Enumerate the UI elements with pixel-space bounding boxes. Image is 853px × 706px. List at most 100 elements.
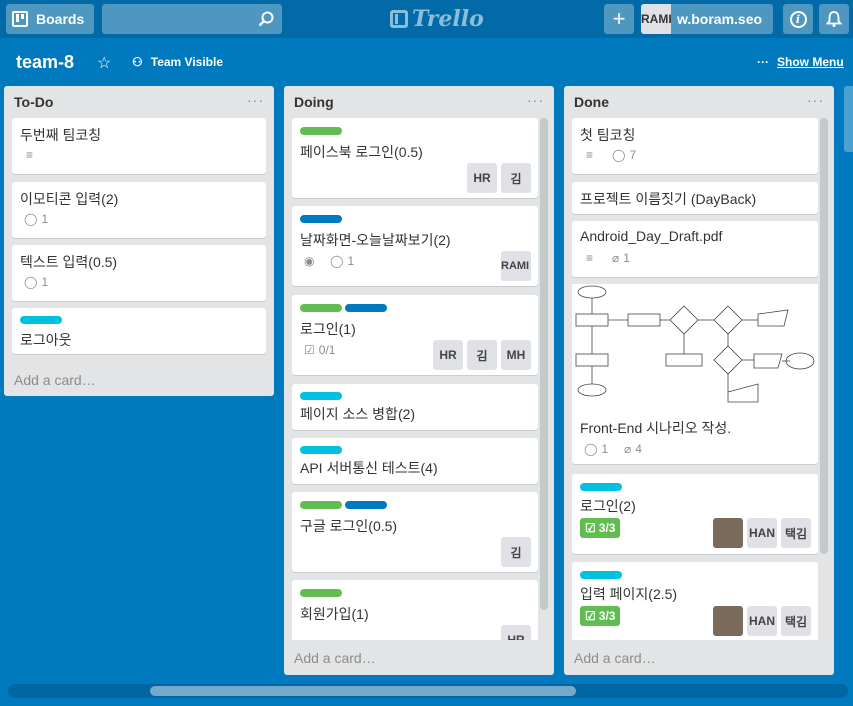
flowchart-thumbnail <box>572 284 818 412</box>
label-blue <box>345 304 387 312</box>
visibility-label: Team Visible <box>150 55 224 69</box>
info-button[interactable]: i <box>783 4 813 34</box>
add-card-button[interactable]: Add a card… <box>574 650 656 666</box>
card-title: 첫 팀코칭 <box>580 127 636 143</box>
label-blue <box>345 501 387 509</box>
card[interactable]: 프로젝트 이름짓기 (DayBack) <box>572 182 818 214</box>
search-input[interactable] <box>102 4 282 34</box>
member-avatar[interactable]: HR <box>433 340 463 370</box>
card[interactable]: 텍스트 입력(0.5) ◯ 1 <box>12 245 266 301</box>
boards-label: Boards <box>36 11 85 27</box>
comment-badge: ◯ 7 <box>612 148 637 162</box>
card-title: Front-End 시나리오 작성. <box>580 420 732 436</box>
card-title: 날짜화면-오늘날짜보기(2) <box>300 232 451 248</box>
add-button[interactable]: + <box>604 4 634 34</box>
checklist-icon: ☑ <box>585 609 596 623</box>
card[interactable]: 날짜화면-오늘날짜보기(2) ◉ ◯ 1 RAMI <box>292 206 538 286</box>
notifications-button[interactable] <box>819 4 849 34</box>
watch-icon: ◉ <box>304 254 315 268</box>
info-icon: i <box>789 10 807 28</box>
card[interactable]: 입력 페이지(2.5) ☑ 3/3 HAN 택김 <box>572 562 818 640</box>
list-menu-icon[interactable]: ··· <box>247 92 264 108</box>
card[interactable]: 첫 팀코칭 ≡ ◯ 7 <box>572 118 818 174</box>
trello-logo[interactable]: Trello <box>390 6 484 32</box>
trello-logo-icon <box>390 10 408 28</box>
card[interactable]: 로그인(2) ☑ 3/3 HAN 택김 <box>572 474 818 554</box>
logo-text: Trello <box>412 6 484 32</box>
board-title[interactable]: team-8 <box>16 52 74 73</box>
paperclip-icon: ⌀ <box>612 251 620 265</box>
list-menu-icon[interactable]: ··· <box>527 92 544 108</box>
comment-badge: ◯ 1 <box>24 275 49 289</box>
card-container: 페이스북 로그인(0.5) HR 김 날짜화면-오늘날짜보기(2) ◉ ◯ 1 R… <box>292 118 538 640</box>
comment-badge: ◯ 1 <box>584 442 609 456</box>
card[interactable]: 페이스북 로그인(0.5) HR 김 <box>292 118 538 198</box>
card-title: 로그인(2) <box>580 498 636 514</box>
card-title: 로그인(1) <box>300 321 356 337</box>
member-avatar[interactable]: 김 <box>501 163 531 193</box>
member-avatar[interactable]: MH <box>501 340 531 370</box>
show-menu-button[interactable]: ··· Show Menu <box>757 55 844 69</box>
card-title: 페이지 소스 병합(2) <box>300 406 416 422</box>
add-card-button[interactable]: Add a card… <box>14 372 96 388</box>
bell-icon <box>826 11 842 27</box>
card[interactable]: Front-End 시나리오 작성. ◯ 1 ⌀ 4 <box>572 284 818 464</box>
member-avatar[interactable]: 택김 <box>781 518 811 548</box>
card[interactable]: 구글 로그인(0.5) 김 <box>292 492 538 572</box>
description-icon: ≡ <box>586 148 594 162</box>
boards-button[interactable]: Boards <box>6 4 94 34</box>
scrollbar-thumb[interactable] <box>150 686 576 696</box>
member-avatar[interactable]: HR <box>467 163 497 193</box>
checklist-badge: ☑ 0/1 <box>304 343 336 357</box>
card-container: 첫 팀코칭 ≡ ◯ 7 프로젝트 이름짓기 (DayBack) Android_D… <box>572 118 818 640</box>
list-scrollbar[interactable] <box>820 118 828 554</box>
comment-icon: ◯ <box>584 442 598 456</box>
list-title[interactable]: Done <box>574 94 609 110</box>
list-title[interactable]: To-Do <box>14 94 53 110</box>
card[interactable]: 두번째 팀코칭 ≡ <box>12 118 266 174</box>
member-menu-button[interactable]: RAMI w.boram.seo <box>641 4 773 34</box>
card[interactable]: Android_Day_Draft.pdf ≡ ⌀ 1 <box>572 221 818 277</box>
list-scrollbar[interactable] <box>540 118 548 610</box>
card-title: API 서버통신 테스트(4) <box>300 460 438 476</box>
member-photo-avatar[interactable] <box>713 518 743 548</box>
card[interactable]: API 서버통신 테스트(4) <box>292 438 538 484</box>
comment-icon: ◯ <box>612 148 626 162</box>
card[interactable]: 회원가입(1) HR <box>292 580 538 640</box>
attachment-badge: ⌀ 1 <box>612 251 630 265</box>
label-green <box>300 127 342 135</box>
username: w.boram.seo <box>677 11 763 27</box>
search-icon <box>258 11 274 27</box>
label-cyan <box>580 571 622 579</box>
member-photo-avatar[interactable] <box>713 606 743 636</box>
list-title[interactable]: Doing <box>294 94 334 110</box>
card-title: 텍스트 입력(0.5) <box>20 254 118 270</box>
member-avatar[interactable]: RAMI <box>501 251 531 281</box>
visibility-button[interactable]: ⚇ Team Visible <box>132 55 223 69</box>
member-avatar[interactable]: HAN <box>747 606 777 636</box>
star-icon[interactable]: ☆ <box>97 53 111 73</box>
label-green <box>300 304 342 312</box>
member-avatar[interactable]: 김 <box>501 537 531 567</box>
card[interactable]: 로그인(1) ☑ 0/1 HR 김 MH <box>292 295 538 375</box>
card-title: 회원가입(1) <box>300 606 369 622</box>
show-menu-label: Show Menu <box>777 55 844 69</box>
card[interactable]: 로그아웃 <box>12 308 266 354</box>
member-avatar[interactable]: HAN <box>747 518 777 548</box>
member-avatar[interactable]: HR <box>501 625 531 640</box>
checklist-complete-badge: ☑ 3/3 <box>580 518 621 538</box>
card[interactable]: 이모티콘 입력(2) ◯ 1 <box>12 182 266 238</box>
label-cyan <box>20 316 62 324</box>
add-list-panel[interactable] <box>844 86 853 152</box>
card[interactable]: 페이지 소스 병합(2) <box>292 384 538 430</box>
card-title: 입력 페이지(2.5) <box>580 586 678 602</box>
board-icon <box>12 11 28 27</box>
add-card-button[interactable]: Add a card… <box>294 650 376 666</box>
member-avatar[interactable]: 택김 <box>781 606 811 636</box>
list-menu-icon[interactable]: ··· <box>807 92 824 108</box>
plus-icon: + <box>612 6 626 31</box>
description-icon: ≡ <box>26 148 34 162</box>
description-icon: ≡ <box>586 251 594 265</box>
member-avatar[interactable]: 김 <box>467 340 497 370</box>
card-title: 구글 로그인(0.5) <box>300 518 398 534</box>
